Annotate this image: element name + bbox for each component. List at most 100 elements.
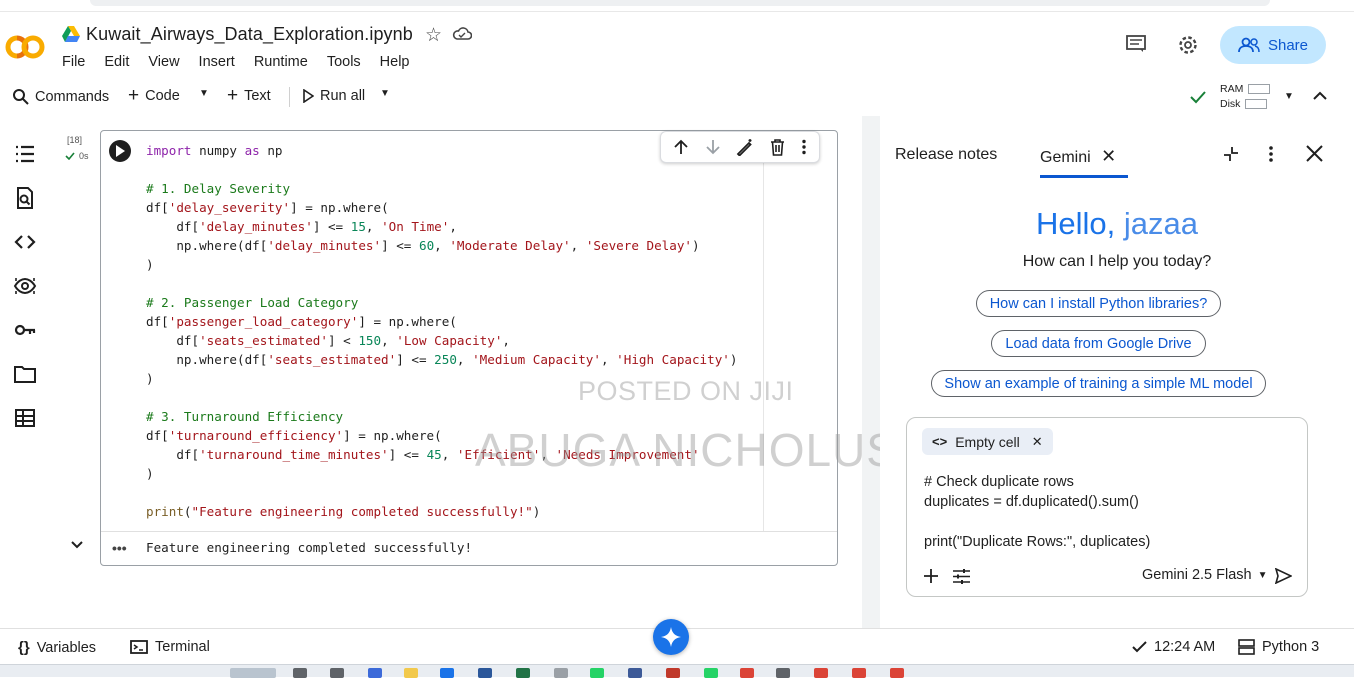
menu-tools[interactable]: Tools [327, 54, 370, 70]
help-question: How can I help you today? [1022, 253, 1212, 270]
execution-status-indicator[interactable]: 12:24 AM [1132, 639, 1215, 655]
watermark-line1: POSTED ON JIJI [578, 376, 794, 406]
menu-runtime[interactable]: Runtime [254, 54, 317, 70]
greeting: Hello, jazaa [880, 206, 1354, 242]
prompt-line [924, 512, 1150, 532]
gear-icon[interactable] [1177, 34, 1199, 56]
arrow-down-icon[interactable] [705, 139, 721, 155]
ram-label: RAM [1220, 83, 1244, 95]
output-menu[interactable]: ••• [112, 540, 127, 556]
cell-toolbar [660, 131, 820, 163]
menu-help[interactable]: Help [380, 54, 419, 70]
colab-logo[interactable] [4, 34, 46, 60]
status-time: 12:24 AM [1154, 639, 1216, 655]
sparkle-icon [661, 627, 681, 647]
runtime-indicator[interactable]: Python 3 [1238, 639, 1319, 655]
cell-output: Feature engineering completed successful… [146, 540, 473, 555]
context-chip[interactable]: <> Empty cell ✕ [922, 428, 1053, 455]
search-icon [13, 89, 29, 105]
menu-edit[interactable]: Edit [104, 54, 138, 70]
star-icon[interactable]: ☆ [425, 24, 442, 47]
close-icon[interactable]: ✕ [1101, 146, 1116, 166]
toc-icon[interactable] [13, 142, 37, 166]
runtime-label: Python 3 [1262, 639, 1320, 655]
execution-time: 0s [79, 151, 89, 161]
header: Kuwait_Airways_Data_Exploration.ipynb ☆ … [0, 12, 1354, 78]
add-icon[interactable] [924, 569, 938, 583]
caret-down-icon[interactable]: ▼ [1284, 91, 1294, 102]
suggestion-chip[interactable]: Show an example of training a simple ML … [931, 370, 1266, 397]
output-divider [101, 531, 837, 532]
browser-tab-strip [90, 0, 1270, 6]
share-label: Share [1267, 36, 1309, 54]
tune-icon[interactable] [953, 569, 970, 584]
secrets-eye-icon[interactable] [13, 274, 37, 298]
run-cell-button[interactable] [109, 140, 131, 162]
disk-label: Disk [1220, 98, 1241, 110]
suggestion-chip[interactable]: Load data from Google Drive [991, 330, 1206, 357]
commands-label: Commands [35, 88, 110, 105]
delete-icon[interactable] [770, 138, 785, 156]
braces-icon: {} [18, 639, 30, 656]
commands-button[interactable]: Commands [12, 88, 109, 105]
add-text-button[interactable]: + Text [227, 86, 271, 105]
toolbar: Commands + Code ▼ + Text Run all ▼ RAM D… [0, 78, 1354, 116]
left-rail [0, 116, 50, 628]
chevron-down-icon[interactable] [70, 540, 84, 550]
browser-top-strip [0, 0, 1354, 12]
variables-button[interactable]: {} Variables [18, 639, 96, 656]
prompt-line: duplicates = df.duplicated().sum() [924, 494, 1139, 510]
find-icon[interactable] [13, 186, 37, 210]
more-vert-icon[interactable] [1268, 145, 1274, 163]
terminal-button[interactable]: Terminal [130, 639, 210, 655]
check-icon [1190, 91, 1206, 104]
gemini-panel: Release notes Gemini ✕ Hello, jazaa How … [880, 116, 1354, 628]
add-code-button[interactable]: + Code [128, 85, 180, 106]
menu-view[interactable]: View [148, 54, 188, 70]
prompt-text[interactable]: # Check duplicate rows duplicates = df.du… [924, 472, 1150, 552]
os-taskbar [0, 664, 1354, 678]
code-dropdown[interactable]: ▼ [199, 88, 209, 99]
menu-insert[interactable]: Insert [199, 54, 244, 70]
close-icon[interactable]: ✕ [1032, 434, 1043, 450]
suggestion-chip[interactable]: How can I install Python libraries? [976, 290, 1221, 317]
table-icon[interactable] [13, 406, 37, 430]
context-chip-label: Empty cell [955, 433, 1020, 450]
model-selector[interactable]: Gemini 2.5 Flash ▼ [1142, 567, 1268, 583]
gemini-button[interactable] [653, 619, 689, 655]
close-panel-icon[interactable] [1306, 145, 1323, 162]
check-icon [65, 152, 75, 160]
collapse-panel-icon[interactable] [1222, 145, 1240, 163]
run-all-button[interactable]: Run all [302, 88, 365, 104]
resource-monitor[interactable]: RAM Disk [1220, 82, 1271, 112]
code-label: Code [145, 88, 180, 104]
watermark-line2: ABUGA NICHOLUS [475, 424, 898, 476]
caret-down-icon: ▼ [199, 88, 209, 99]
chevron-up-icon[interactable] [1313, 91, 1327, 101]
code-icon: <> [932, 434, 948, 449]
prompt-box[interactable]: <> Empty cell ✕ # Check duplicate rows du… [906, 417, 1308, 597]
run-all-label: Run all [320, 88, 366, 104]
notebook-title[interactable]: Kuwait_Airways_Data_Exploration.ipynb [86, 24, 413, 45]
cloud-icon[interactable] [452, 26, 472, 41]
send-icon[interactable] [1275, 568, 1292, 584]
tab-gemini[interactable]: Gemini ✕ [1040, 146, 1128, 178]
prompt-line: # Check duplicate rows [924, 474, 1074, 490]
menu-file[interactable]: File [62, 54, 94, 70]
comment-icon[interactable] [1125, 34, 1147, 54]
more-vert-icon[interactable] [801, 139, 807, 155]
disk-bar [1245, 99, 1268, 110]
menu-bar: File Edit View Insert Runtime Tools Help [62, 54, 429, 70]
caret-down-icon: ▼ [380, 88, 390, 99]
plus-icon: + [128, 85, 140, 106]
run-all-dropdown[interactable]: ▼ [380, 88, 390, 99]
terminal-label: Terminal [155, 639, 210, 655]
tab-release-notes[interactable]: Release notes [895, 146, 997, 164]
edit-magic-icon[interactable] [736, 138, 754, 156]
arrow-up-icon[interactable] [673, 139, 689, 155]
key-icon[interactable] [13, 318, 37, 342]
server-icon [1238, 639, 1255, 655]
code-snippets-icon[interactable] [13, 230, 37, 254]
share-button[interactable]: Share [1220, 26, 1326, 64]
folder-icon[interactable] [13, 362, 37, 386]
